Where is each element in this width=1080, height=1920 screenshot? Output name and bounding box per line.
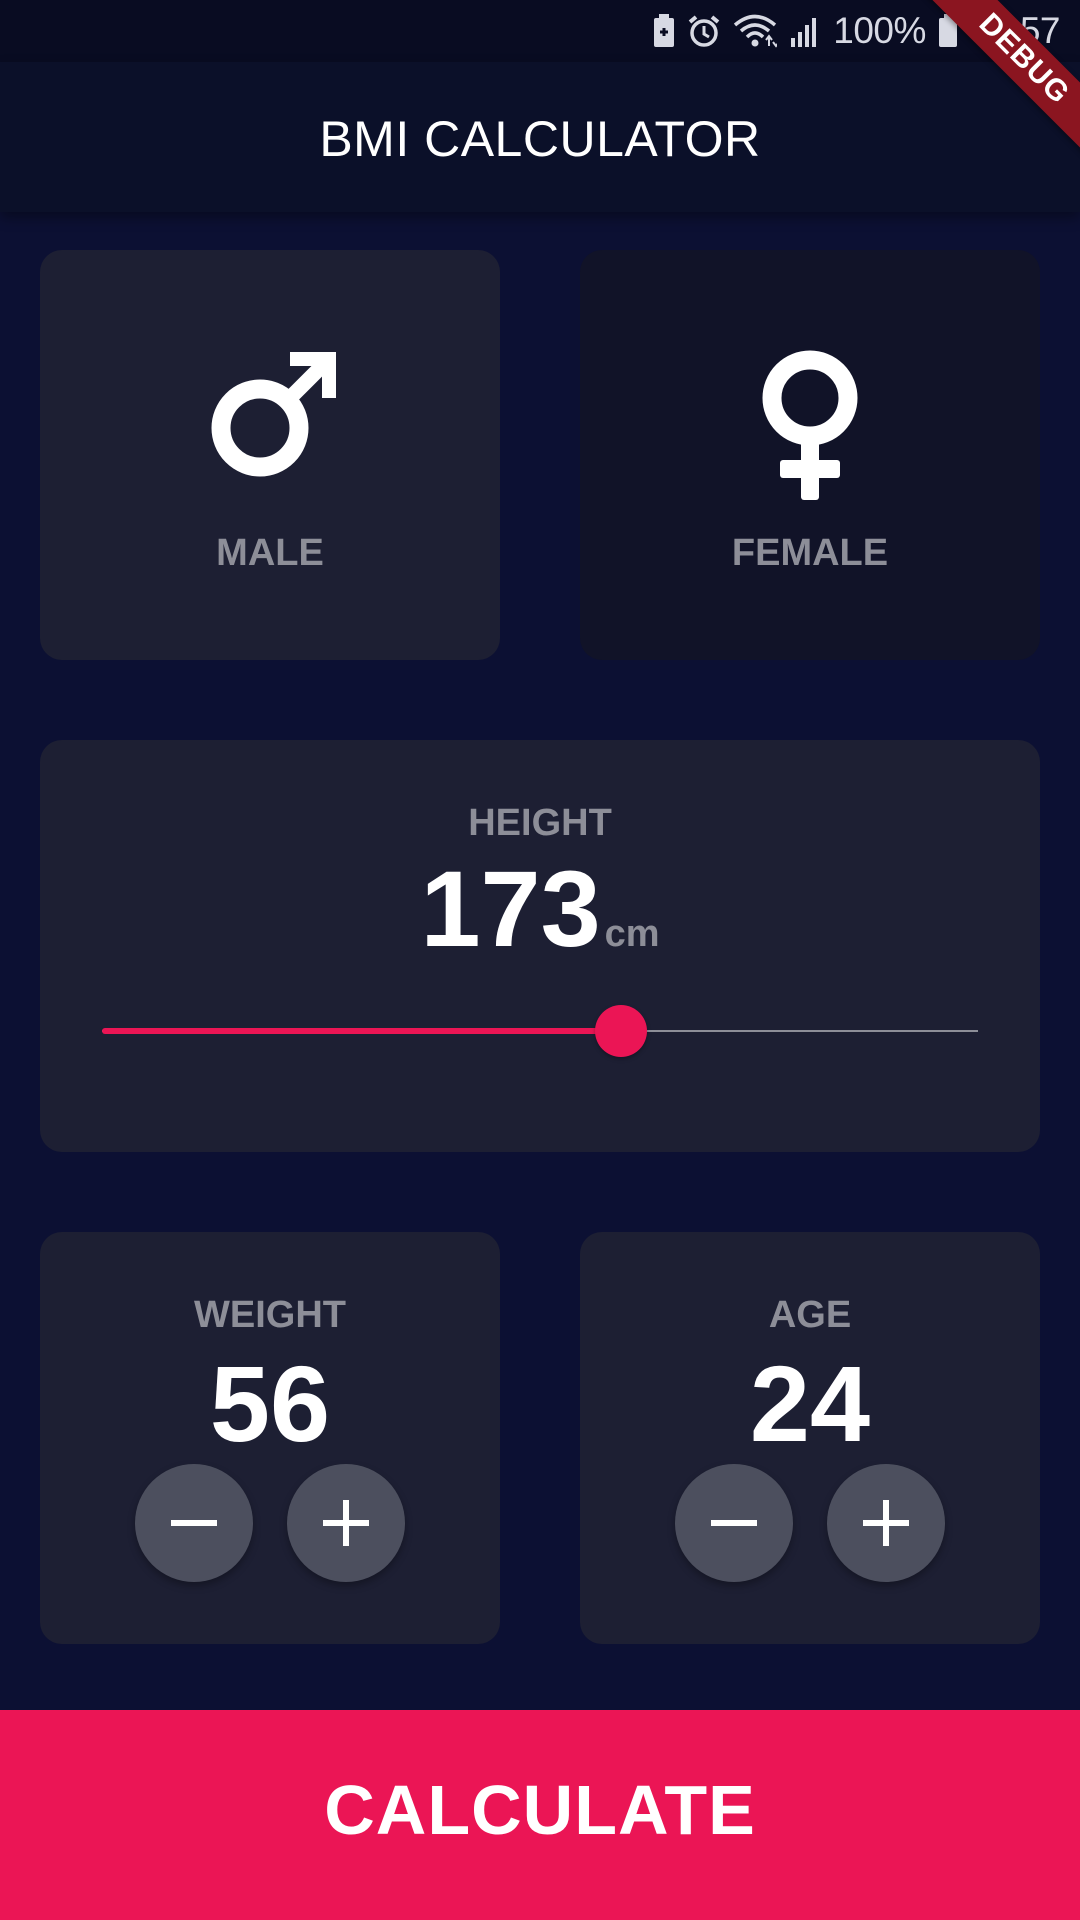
status-bar: 100% 00:57 [0,0,1080,62]
age-card: AGE 24 [580,1232,1040,1644]
plus-icon [323,1500,369,1546]
height-unit: cm [604,913,660,955]
calculate-button[interactable]: CALCULATE [0,1710,1080,1920]
alarm-icon [687,14,721,48]
height-card: HEIGHT 173 cm [40,740,1040,1152]
age-label: AGE [768,1294,852,1336]
battery-saver-icon [653,14,675,48]
minus-icon [171,1520,217,1526]
age-value-container: 24 [580,1350,1040,1458]
height-slider-active-track [102,1028,621,1034]
age-plus-button[interactable] [827,1464,945,1582]
weight-minus-button[interactable] [135,1464,253,1582]
height-slider[interactable] [102,1005,978,1057]
female-card[interactable]: FEMALE [580,250,1040,660]
weight-label: WEIGHT [194,1294,346,1336]
male-card[interactable]: MALE [40,250,500,660]
app-bar: BMI CALCULATOR [0,62,1080,212]
weight-card: WEIGHT 56 [40,1232,500,1644]
minus-icon [711,1520,757,1526]
calculate-label: CALCULATE [324,1771,756,1849]
weight-value-container: 56 [40,1350,500,1458]
age-value: 24 [749,1343,871,1464]
male-icon [40,350,500,486]
plus-icon [863,1500,909,1546]
height-slider-thumb[interactable] [595,1005,647,1057]
battery-percent: 100% [833,10,926,51]
wifi-icon [733,14,778,48]
signal-icon [789,14,821,48]
height-label: HEIGHT [468,802,612,844]
age-minus-button[interactable] [675,1464,793,1582]
height-value: 173 [420,848,601,969]
weight-value: 56 [209,1343,331,1464]
age-buttons [580,1464,1040,1582]
weight-buttons [40,1464,500,1582]
male-label: MALE [216,532,324,574]
height-value-row: 173 cm [40,855,1040,963]
app-screen: 100% 00:57 DEBUG BMI CALCULATOR MALE [0,0,1080,1920]
female-icon [580,350,1040,500]
weight-plus-button[interactable] [287,1464,405,1582]
page-title: BMI CALCULATOR [319,111,761,167]
female-label: FEMALE [731,532,889,574]
